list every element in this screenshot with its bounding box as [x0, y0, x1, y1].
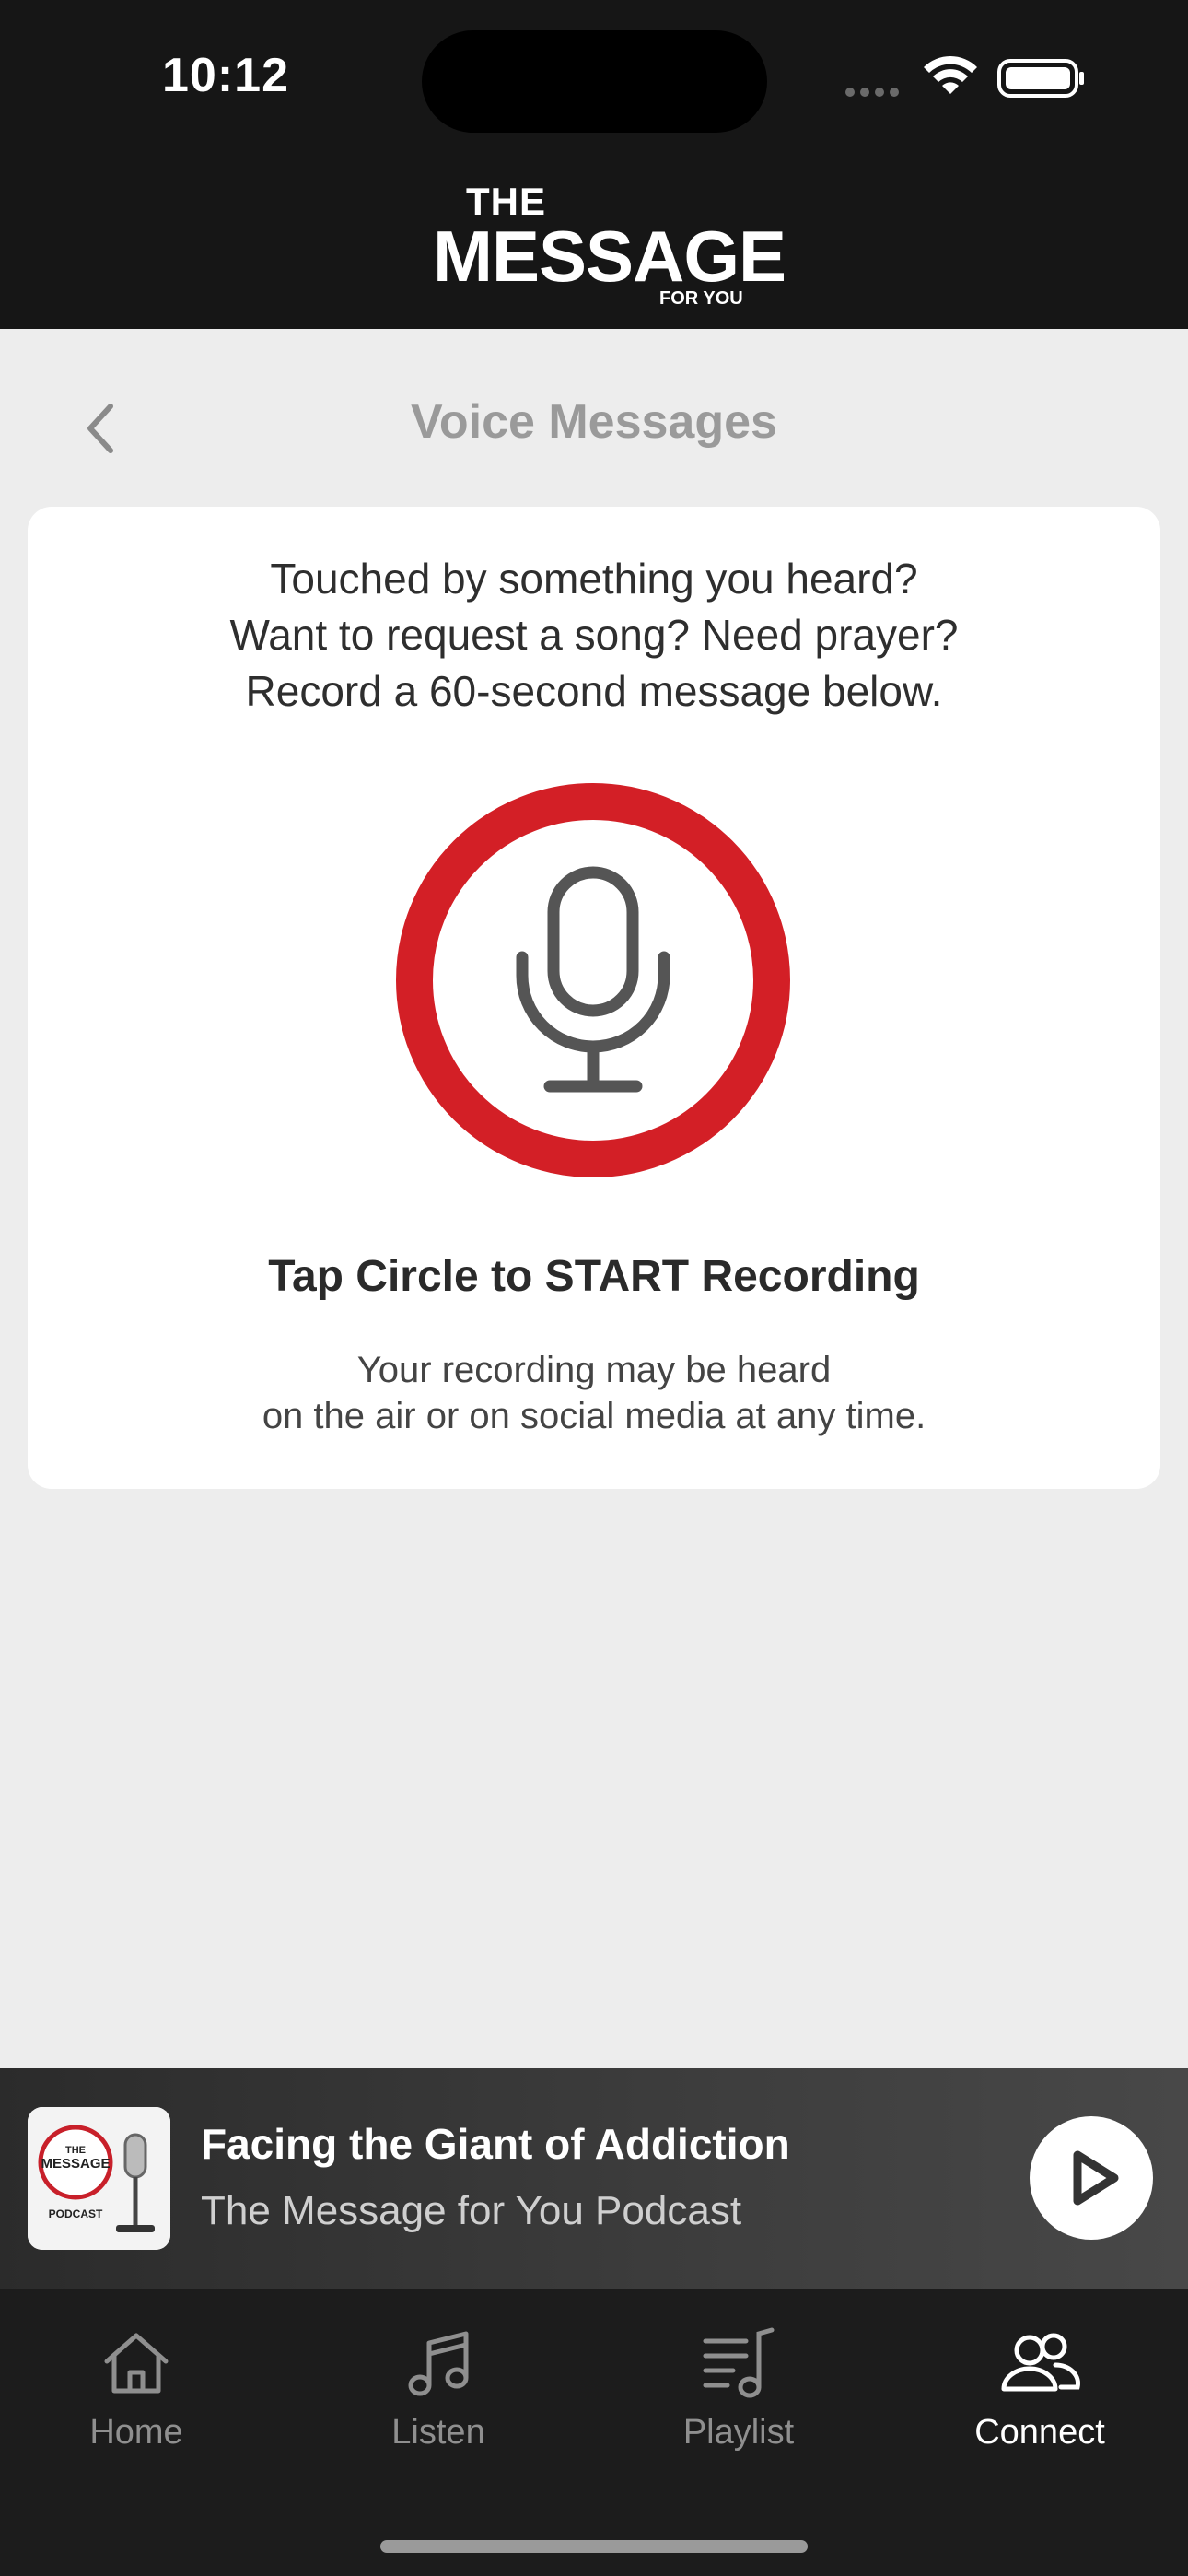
intro-line: Record a 60-second message below.	[245, 667, 943, 715]
battery-icon	[997, 59, 1084, 98]
track-subtitle: The Message for You Podcast	[201, 2188, 742, 2233]
playlist-icon	[703, 2327, 775, 2398]
disclaimer-line: on the air or on social media at any tim…	[262, 1396, 926, 1436]
app-logo: THE MESSAGE FOR YOU	[433, 180, 786, 313]
home-indicator[interactable]	[380, 2540, 808, 2553]
mini-player[interactable]: THE MESSAGE PODCAST Facing the Giant of …	[0, 2068, 1188, 2289]
tab-bar: Home Listen Playlist Connect	[0, 2289, 1188, 2576]
dynamic-island	[422, 30, 767, 133]
disclaimer-line: Your recording may be heard	[356, 1350, 832, 1390]
page-title: Voice Messages	[411, 395, 777, 449]
thumb-the: THE	[65, 2145, 86, 2156]
tab-label-connect: Connect	[974, 2413, 1105, 2452]
tab-playlist[interactable]: Playlist	[619, 2317, 858, 2483]
tab-connect[interactable]: Connect	[920, 2317, 1159, 2483]
tab-home[interactable]: Home	[17, 2317, 256, 2483]
status-time: 10:12	[162, 49, 289, 102]
podcast-logo-icon: THE MESSAGE PODCAST	[28, 2107, 170, 2250]
tab-label-playlist: Playlist	[682, 2413, 795, 2452]
logo-for-you: FOR YOU	[659, 288, 743, 309]
track-title: Facing the Giant of Addiction	[201, 2120, 790, 2168]
intro-text: Touched by something you heard? Want to …	[28, 551, 1160, 720]
voice-message-card: Touched by something you heard? Want to …	[28, 507, 1160, 1489]
music-note-icon	[408, 2331, 469, 2396]
intro-line: Touched by something you heard?	[270, 555, 918, 603]
microphone-icon	[516, 866, 670, 1093]
thumb-message: MESSAGE	[41, 2156, 110, 2172]
thumb-podcast: PODCAST	[49, 2207, 103, 2220]
status-icons	[845, 55, 1084, 98]
record-instruction: Tap Circle to START Recording	[268, 1252, 920, 1301]
record-button[interactable]	[396, 783, 790, 1177]
cellular-signal-icon	[845, 88, 899, 97]
play-icon	[1073, 2150, 1119, 2206]
wifi-icon	[924, 55, 977, 94]
app-header: 10:12 THE MESSAGE FOR YOU	[0, 0, 1188, 329]
play-button[interactable]	[1030, 2116, 1153, 2240]
intro-line: Want to request a song? Need prayer?	[229, 611, 959, 659]
home-icon	[104, 2333, 169, 2394]
tab-listen[interactable]: Listen	[319, 2317, 558, 2483]
people-icon	[1001, 2333, 1080, 2392]
tab-label-home: Home	[89, 2413, 183, 2452]
logo-message: MESSAGE	[433, 216, 786, 297]
disclaimer-text: Your recording may be heard on the air o…	[28, 1347, 1160, 1439]
podcast-artwork: THE MESSAGE PODCAST	[28, 2107, 170, 2250]
tab-label-listen: Listen	[391, 2413, 485, 2452]
